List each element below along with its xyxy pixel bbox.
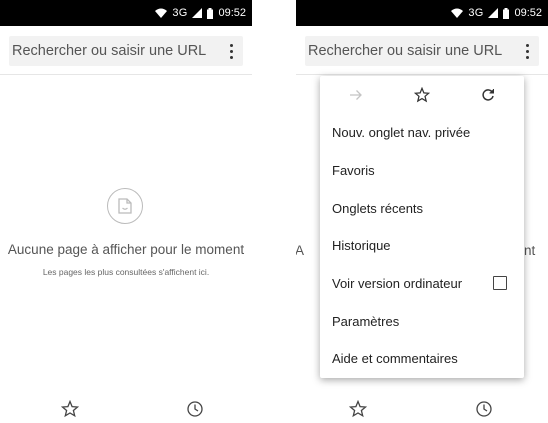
star-icon[interactable]: [61, 400, 79, 418]
wifi-icon: [155, 8, 168, 18]
obscured-text-right: nt: [524, 243, 536, 258]
menu-item-label: Aide et commentaires: [332, 350, 458, 366]
menu-action-row: [320, 76, 524, 114]
obscured-text-left: A: [296, 243, 305, 258]
history-icon[interactable]: [475, 400, 493, 418]
forward-arrow-icon[interactable]: [345, 84, 367, 106]
menu-item-label: Historique: [332, 237, 391, 253]
url-bar[interactable]: Rechercher ou saisir une URL: [9, 36, 243, 66]
signal-icon: [488, 8, 499, 18]
network-type: 3G: [468, 7, 484, 19]
star-icon[interactable]: [349, 400, 367, 418]
url-bar[interactable]: Rechercher ou saisir une URL: [305, 36, 539, 66]
toolbar-divider: [0, 74, 252, 75]
network-type: 3G: [172, 7, 188, 19]
overflow-menu: Nouv. onglet nav. privée Favoris Onglets…: [320, 76, 524, 378]
menu-item-label: Paramètres: [332, 313, 400, 329]
menu-item-history[interactable]: Historique: [320, 226, 524, 264]
browser-toolbar: Rechercher ou saisir une URL: [296, 26, 548, 74]
menu-item-incognito-tab[interactable]: Nouv. onglet nav. privée: [320, 113, 524, 151]
menu-item-label: Nouv. onglet nav. privée: [332, 124, 471, 140]
menu-item-label: Onglets récents: [332, 200, 424, 216]
menu-item-recent-tabs[interactable]: Onglets récents: [320, 189, 524, 227]
phone-screen-left: 3G 09:52 Rechercher ou saisir une URL Au…: [0, 0, 252, 423]
overflow-menu-button[interactable]: [515, 36, 539, 66]
menu-item-help-feedback[interactable]: Aide et commentaires: [320, 339, 524, 377]
wifi-icon: [451, 8, 464, 18]
browser-toolbar: Rechercher ou saisir une URL: [0, 26, 252, 74]
url-placeholder: Rechercher ou saisir une URL: [308, 43, 503, 59]
menu-item-label: Voir version ordinateur: [332, 275, 463, 291]
reload-icon[interactable]: [477, 84, 499, 106]
url-placeholder: Rechercher ou saisir une URL: [12, 43, 207, 59]
empty-state-title: Aucune page à afficher pour le moment: [7, 242, 245, 257]
toolbar-divider: [296, 74, 548, 75]
signal-icon: [192, 8, 203, 18]
menu-item-bookmarks[interactable]: Favoris: [320, 151, 524, 189]
empty-state-subtitle: Les pages les plus consultées s'affichen…: [42, 267, 210, 277]
bookmark-star-icon[interactable]: [411, 84, 433, 106]
battery-icon: [207, 7, 214, 19]
menu-item-label: Favoris: [332, 162, 375, 178]
menu-item-settings[interactable]: Paramètres: [320, 302, 524, 340]
clock: 09:52: [514, 7, 542, 19]
overflow-menu-button[interactable]: [219, 36, 243, 66]
menu-item-desktop-site[interactable]: Voir version ordinateur: [320, 264, 524, 302]
clock: 09:52: [218, 7, 246, 19]
desktop-site-checkbox[interactable]: [493, 276, 507, 290]
status-bar: 3G 09:52: [0, 0, 252, 26]
status-bar: 3G 09:52: [296, 0, 548, 26]
history-icon[interactable]: [186, 400, 204, 418]
battery-icon: [503, 7, 510, 19]
empty-page-icon: [107, 188, 143, 224]
